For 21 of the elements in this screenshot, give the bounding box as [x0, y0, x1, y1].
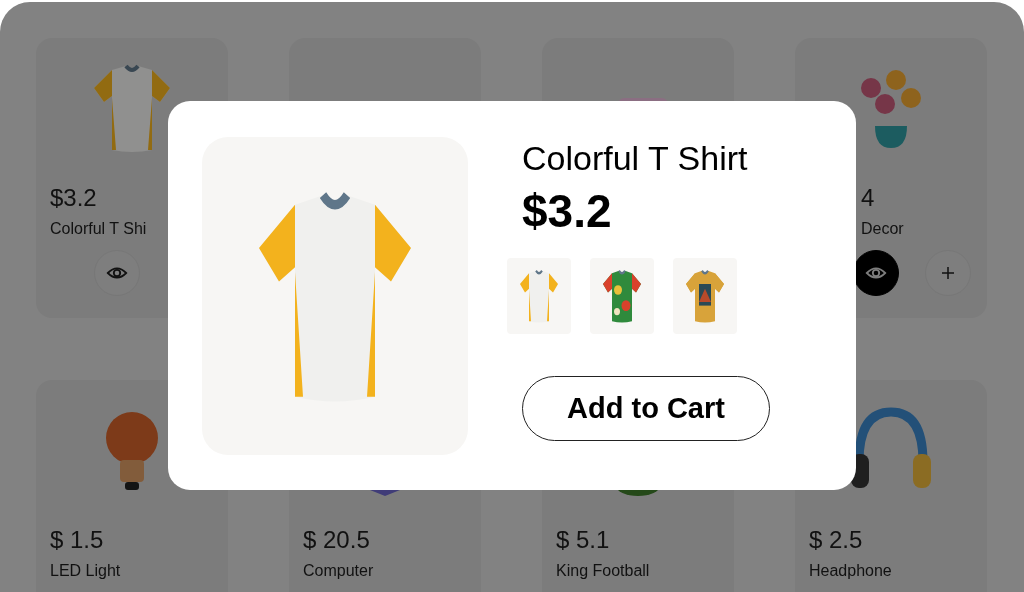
plus-icon	[939, 264, 957, 282]
product-name: Computer	[303, 562, 374, 580]
thumbnail[interactable]	[507, 258, 571, 334]
product-name: Colorful T Shi	[50, 220, 147, 238]
product-name: Decor	[861, 220, 904, 238]
product-price: $ 20.5	[303, 526, 370, 554]
product-title: Colorful T Shirt	[522, 139, 748, 178]
product-name: LED Light	[50, 562, 121, 580]
product-name: Headphone	[809, 562, 892, 580]
product-price: $ 5.1	[556, 526, 610, 554]
thumbnail[interactable]	[673, 258, 737, 334]
add-button[interactable]	[925, 250, 971, 296]
product-name: King Football	[556, 562, 650, 580]
product-price: 4	[861, 184, 875, 212]
product-price: $ 2.5	[809, 526, 863, 554]
product-price: $3.2	[522, 184, 612, 238]
view-button[interactable]	[853, 250, 899, 296]
product-price: $ 1.5	[50, 526, 104, 554]
add-to-cart-button[interactable]: Add to Cart	[522, 376, 770, 441]
thumbnail[interactable]	[590, 258, 654, 334]
product-price: $3.2	[50, 184, 97, 212]
